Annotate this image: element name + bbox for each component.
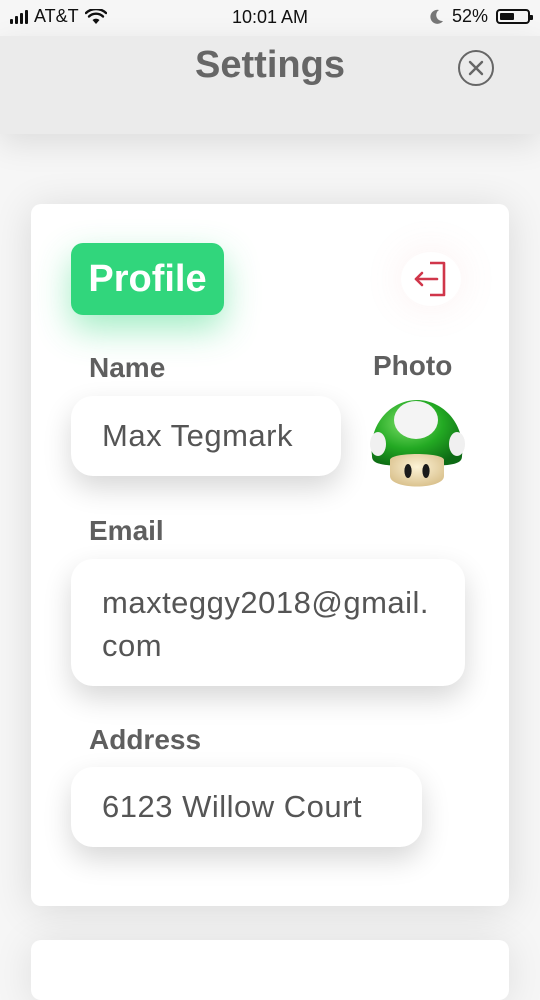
status-right: 52% [430, 6, 533, 27]
photo-label: Photo [373, 350, 453, 381]
close-icon [468, 60, 484, 76]
logout-icon [414, 261, 446, 297]
name-field[interactable]: Max Tegmark [71, 396, 341, 476]
profile-card: Profile Name Photo Max Tegmark Email max… [31, 204, 509, 906]
battery-icon [496, 9, 533, 24]
address-label: Address [89, 724, 202, 755]
email-label: Email [89, 515, 164, 546]
profile-tab[interactable]: Profile [71, 243, 224, 315]
avatar[interactable] [366, 394, 468, 496]
header: Settings [0, 36, 540, 134]
address-field[interactable]: 6123 Willow Court [71, 767, 422, 847]
close-button[interactable] [458, 50, 494, 86]
logout-button[interactable] [401, 252, 461, 306]
status-bar: AT&T 10:01 AM 52% [0, 0, 540, 36]
name-label: Name [89, 352, 166, 383]
battery-nub [530, 15, 533, 20]
battery-fill [500, 13, 514, 20]
mushroom-avatar-icon [370, 400, 465, 487]
moon-icon [430, 9, 443, 24]
email-field[interactable]: maxteggy2018@gmail.com [71, 559, 465, 686]
battery-percent: 52% [451, 6, 488, 26]
next-card [31, 940, 509, 1000]
